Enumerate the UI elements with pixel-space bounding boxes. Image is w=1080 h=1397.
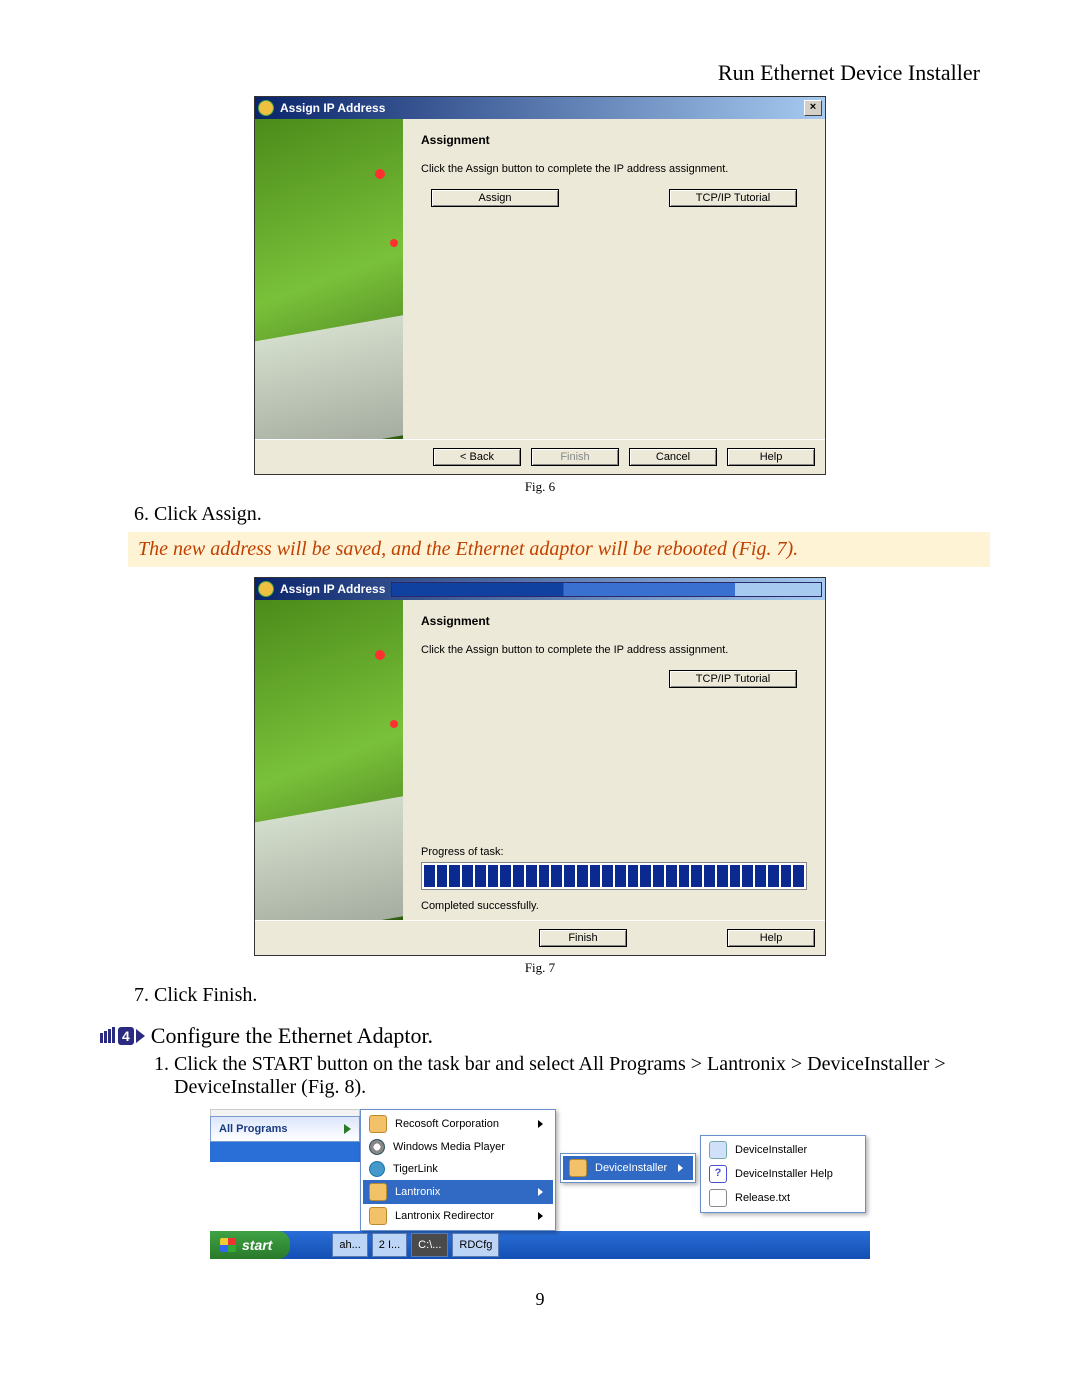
- menu-item[interactable]: TigerLink: [363, 1158, 553, 1180]
- section-title: Assignment: [421, 133, 807, 147]
- lantronix-submenu: DeviceInstaller: [560, 1153, 696, 1183]
- start-button[interactable]: start: [210, 1231, 290, 1259]
- assign-ip-dialog-1: Assign IP Address × Assignment Click the…: [254, 96, 826, 475]
- finish-button: Finish: [531, 448, 619, 466]
- menu-item[interactable]: Recosoft Corporation: [363, 1112, 553, 1136]
- help-button[interactable]: Help: [727, 448, 815, 466]
- close-icon[interactable]: ×: [804, 100, 822, 116]
- step-6: 6. Click Assign.: [134, 503, 980, 526]
- all-programs-button[interactable]: All Programs: [210, 1116, 360, 1142]
- note-banner: The new address will be saved, and the E…: [128, 532, 990, 567]
- page-number: 9: [100, 1289, 980, 1310]
- section-title: Configure the Ethernet Adaptor.: [151, 1023, 433, 1049]
- window-title: Assign IP Address: [280, 582, 385, 596]
- section-desc: Click the Assign button to complete the …: [421, 644, 807, 656]
- page-header: Run Ethernet Device Installer: [100, 60, 980, 86]
- finish-button[interactable]: Finish: [539, 929, 627, 947]
- start-menu-screenshot: All Programs Recosoft Corporation Window…: [210, 1109, 870, 1259]
- wizard-footer: Finish Help: [255, 920, 825, 955]
- titlebar[interactable]: Assign IP Address ×: [255, 97, 825, 119]
- arrow-icon: [136, 1029, 145, 1043]
- wizard-sidebar-image: [255, 119, 403, 439]
- window-title: Assign IP Address: [280, 101, 385, 115]
- wizard-sidebar-image: [255, 600, 403, 920]
- assign-ip-dialog-2: Assign IP Address Assignment Click the A…: [254, 577, 826, 956]
- titlebar-progress: [391, 582, 822, 597]
- windows-icon: [220, 1238, 236, 1252]
- menu-item[interactable]: DeviceInstaller: [703, 1138, 863, 1162]
- progress-bar: [421, 862, 807, 890]
- deviceinstaller-submenu: DeviceInstaller ?DeviceInstaller Help Re…: [700, 1135, 866, 1213]
- menu-item[interactable]: Lantronix Redirector: [363, 1204, 553, 1228]
- programs-menu: Recosoft Corporation Windows Media Playe…: [360, 1109, 556, 1231]
- cancel-button[interactable]: Cancel: [629, 448, 717, 466]
- menu-item[interactable]: ?DeviceInstaller Help: [703, 1162, 863, 1186]
- arrow-icon: [344, 1124, 351, 1134]
- help-button[interactable]: Help: [727, 929, 815, 947]
- menu-item-lantronix[interactable]: Lantronix: [363, 1180, 553, 1204]
- app-icon: [258, 581, 274, 597]
- taskbar-item[interactable]: 2 I...: [372, 1233, 407, 1257]
- tcpip-tutorial-button[interactable]: TCP/IP Tutorial: [669, 189, 797, 207]
- step-4-1: 1. Click the START button on the task ba…: [154, 1053, 980, 1099]
- section-desc: Click the Assign button to complete the …: [421, 163, 807, 175]
- section-title: Assignment: [421, 614, 807, 628]
- tcpip-tutorial-button[interactable]: TCP/IP Tutorial: [669, 670, 797, 688]
- figure-caption: Fig. 6: [100, 479, 980, 495]
- taskbar-item[interactable]: ah...: [332, 1233, 367, 1257]
- back-button[interactable]: < Back: [433, 448, 521, 466]
- progress-label: Progress of task:: [421, 846, 807, 858]
- app-icon: [258, 100, 274, 116]
- step-7: 7. Click Finish.: [134, 984, 980, 1007]
- taskbar: start ah... 2 I... C:\... RDCfg: [210, 1231, 870, 1259]
- progress-status: Completed successfully.: [421, 900, 807, 912]
- assign-button[interactable]: Assign: [431, 189, 559, 207]
- wizard-footer: < Back Finish Cancel Help: [255, 439, 825, 474]
- taskbar-item[interactable]: RDCfg: [452, 1233, 499, 1257]
- menu-item-deviceinstaller[interactable]: DeviceInstaller: [563, 1156, 693, 1180]
- taskbar-item[interactable]: C:\...: [411, 1233, 448, 1257]
- menu-item[interactable]: Windows Media Player: [363, 1136, 553, 1158]
- section-badge: 4: [100, 1023, 145, 1049]
- section-4-heading: 4 Configure the Ethernet Adaptor.: [100, 1023, 980, 1049]
- figure-caption: Fig. 7: [100, 960, 980, 976]
- titlebar[interactable]: Assign IP Address: [255, 578, 825, 600]
- menu-item[interactable]: Release.txt: [703, 1186, 863, 1210]
